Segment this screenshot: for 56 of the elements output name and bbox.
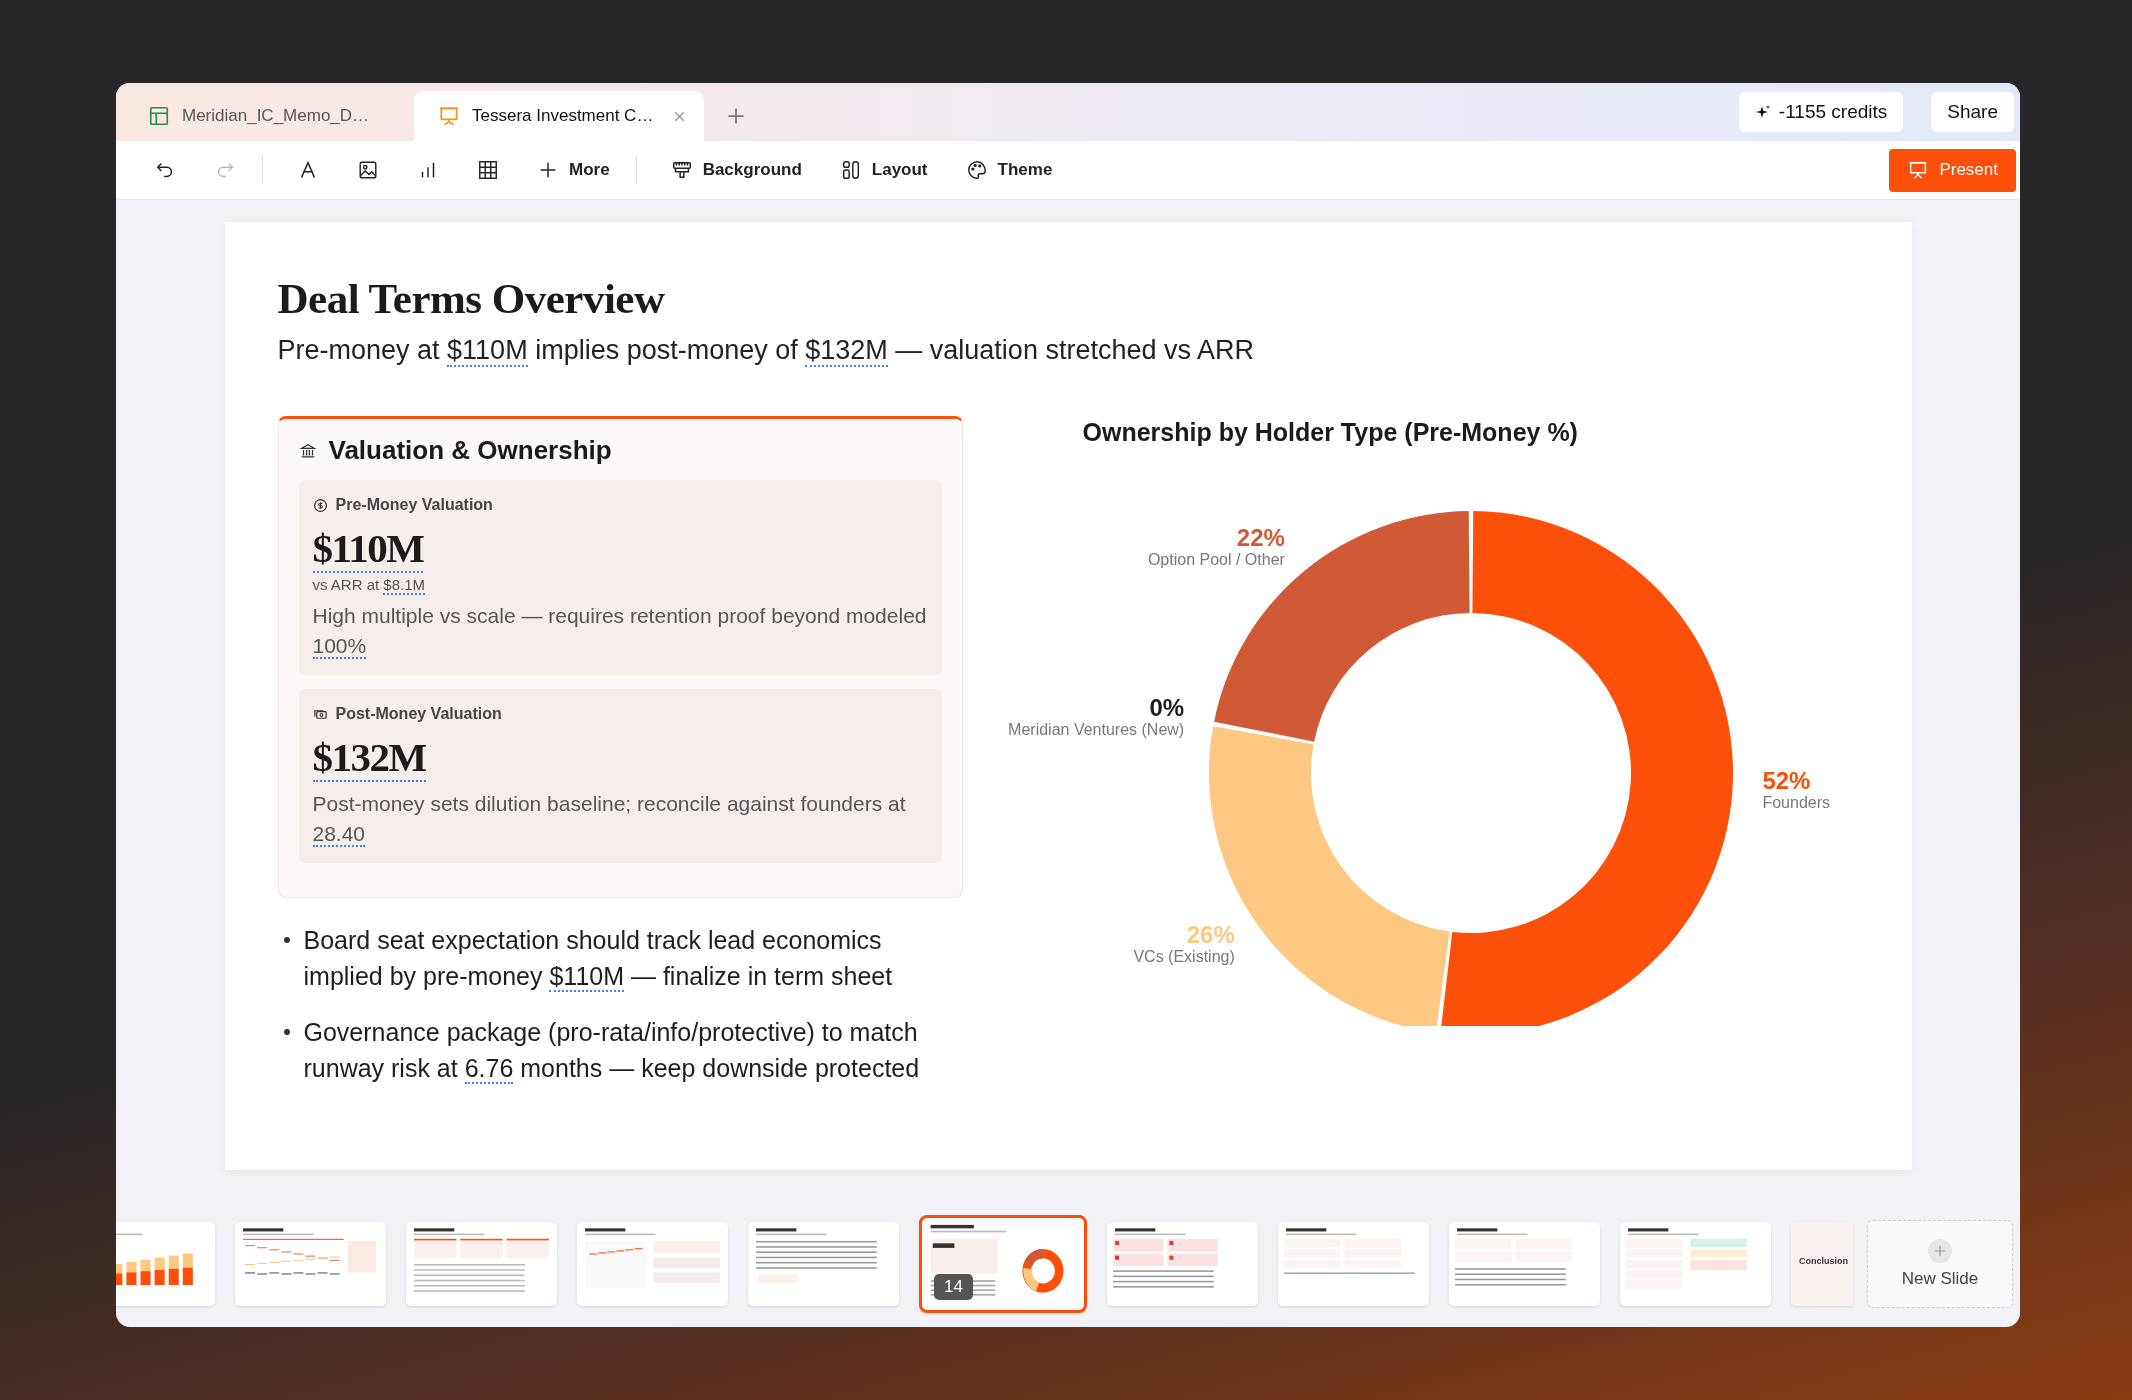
add-tab-icon[interactable] [726,106,746,126]
slide-thumbnail[interactable] [406,1221,557,1306]
metric-label: Post-Money Valuation [335,705,502,723]
toolbar-button[interactable]: More [529,153,618,187]
category-label: VCs (Existing) [1132,947,1235,965]
metric-description: Post-money sets dilution baseline; reconcile against founders at 28.40 [312,791,907,849]
value-label: 22% [1236,524,1285,551]
bullet-icon [283,1029,290,1035]
presentation-icon [438,105,460,127]
category-label: Option Pool / Other [1147,551,1285,568]
category-label: Meridian Ventures (New) [1007,721,1184,739]
close-icon[interactable] [673,109,686,123]
dollar-coin-icon [312,497,328,513]
toolbar-button[interactable]: Theme [957,153,1061,187]
slide-thumbnail[interactable] [235,1221,386,1306]
table-icon [148,105,170,127]
slide-thumbnail[interactable]: 14 [919,1214,1087,1313]
slide-thumbnail[interactable] [1107,1221,1258,1306]
metric-description: High multiple vs scale — requires retention proof beyond modeled 100% [312,603,928,661]
bank-icon [298,441,317,460]
category-label: Founders [1761,794,1830,812]
credits-button[interactable]: -1155 credits [1738,92,1904,132]
slide-thumbnail[interactable] [748,1221,899,1306]
value-label: 0% [1149,694,1184,722]
bullet-text: Board seat expectation should track lead economics implied by pre-money $110M — finalize in term sheet [303,925,894,994]
donut-chart-drawing [1022,1248,1064,1293]
slide-thumbnail[interactable] [1449,1221,1600,1306]
toolbar-button[interactable]: Background [662,153,810,187]
toolbar-button[interactable]: Layout [831,153,936,187]
metric-value: $110M [312,525,424,573]
thumbnail-title: Conclusion [1799,1255,1848,1266]
slide-thumbnail[interactable] [1278,1221,1429,1306]
slide-title: Deal Terms Overview [277,274,666,323]
card-title: Valuation & Ownership [328,435,612,466]
tab-label: Tessera Investment C… [472,106,655,126]
tab-label: Meridian_IC_Memo_D… [182,106,371,126]
palette-icon [965,159,988,181]
bullet-icon [283,937,290,943]
share-button[interactable]: Share [1931,92,2014,132]
document-tab[interactable]: Tessera Investment C… [414,91,704,141]
value-label: 26% [1186,920,1235,948]
slide-subtitle: Pre-money at $110M implies post-money of $132M — valuation stretched vs ARR [277,335,1255,366]
metric-label: Pre-Money Valuation [335,496,493,514]
metric-value: $132M [312,734,426,782]
slide-number-badge: 14 [934,1273,973,1300]
new-slide-button[interactable]: New Slide [1867,1219,2013,1308]
value-label: 52% [1761,767,1810,795]
document-tab[interactable]: Meridian_IC_Memo_D… [124,91,414,141]
slide-thumbnail[interactable] [1620,1221,1771,1306]
bullet-text: Governance package (pro-rata/info/protective) to match runway risk at 6.76 months — keep downside protected [303,1017,921,1086]
paint-roller-icon [670,159,693,181]
slide-thumbnail[interactable] [577,1221,728,1306]
metric-note: vs ARR at $8.1M [312,576,427,593]
slide-thumbnail[interactable]: Conclusion [1791,1221,1853,1306]
plus-icon [1933,1243,1947,1258]
chart-title: Ownership by Holder Type (Pre-Money %) [1081,417,1579,448]
